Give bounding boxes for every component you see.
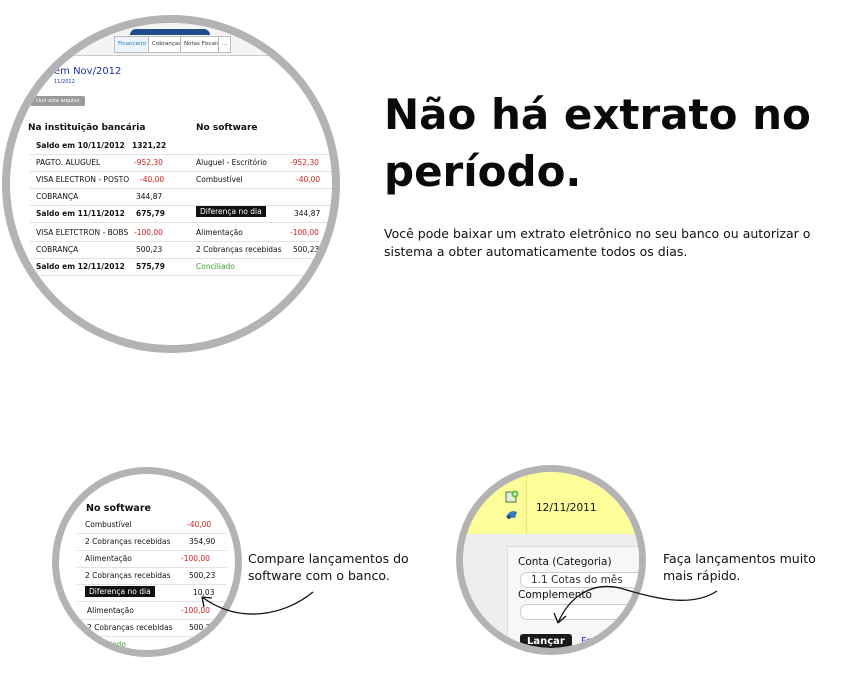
compare-caption-line-1: Compare lançamentos do <box>248 551 409 566</box>
difference-badge: Diferença no dia <box>196 206 266 217</box>
entry-label: 2 Cobranças recebidas <box>85 571 171 580</box>
bank-label: VISA ELETCTRON - BOBS <box>36 228 129 237</box>
headline-line-1: Não há extrato no <box>384 90 811 139</box>
table-row: COBRANÇA 344,87 <box>30 189 332 206</box>
bank-value: -952,30 <box>134 158 163 167</box>
table-row: Saldo em 11/11/2012 675,79 Diferença no … <box>30 206 332 223</box>
bank-column-header: Na instituição bancária <box>28 123 146 133</box>
difference-badge-label: Diferença no dia <box>196 206 266 217</box>
entry-label: Alimentação <box>87 606 134 615</box>
software-label: 2 Cobranças recebidas <box>196 245 282 254</box>
tabs-bar: Financeiro Cobranças Notas Fiscais ... <box>10 23 332 56</box>
difference-badge: Diferença no dia <box>85 586 155 597</box>
headline-description: Você pode baixar um extrato eletrônico n… <box>384 226 811 259</box>
software-value: -100,00 <box>290 228 319 237</box>
list-item: Alimentação -100,00 <box>77 551 227 568</box>
table-row: Saldo em 10/11/2012 1321,22 <box>30 138 332 155</box>
entry-label: 2 Cobranças recebidas <box>85 537 171 546</box>
bank-label: COBRANÇA <box>36 245 79 254</box>
bank-label: COBRANÇA <box>36 192 79 201</box>
compare-arrow-icon <box>201 591 314 615</box>
entry-value: -100,00 <box>181 554 210 563</box>
software-value: -40,00 <box>296 175 321 184</box>
fast-entry-caption: Faça lançamentos muito mais rápido. <box>663 550 816 584</box>
bank-value: 344,87 <box>136 192 163 201</box>
table-row: Saldo em 12/11/2012 575,79 Conciliado <box>30 259 332 276</box>
bank-value: 675,79 <box>136 209 165 218</box>
bank-label: Saldo em 11/11/2012 <box>36 209 125 218</box>
bank-value: -40,00 <box>140 175 165 184</box>
software-value: 500,23 <box>293 245 320 254</box>
entry-label: Combustível <box>85 520 132 529</box>
bank-value: 500,23 <box>136 245 163 254</box>
software-entries-preview: No software Combustível -40,00 2 Cobranç… <box>52 467 242 657</box>
bank-reconciliation-preview: Financeiro Cobranças Notas Fiscais ... e… <box>2 15 340 353</box>
headline-line-2: período. <box>384 147 582 196</box>
lancar-button[interactable]: Lançar <box>520 634 572 648</box>
difference-badge-label: Diferença no dia <box>85 586 155 597</box>
list-item: Combustível -40,00 <box>77 517 227 534</box>
table-row: COBRANÇA 500,23 2 Cobranças recebidas 50… <box>30 242 332 259</box>
list-item: 2 Cobranças recebidas 354,90 <box>77 534 227 551</box>
bank-label: PAGTO. ALUGUEL <box>36 158 101 167</box>
entry-label: Alimentação <box>85 554 132 563</box>
software-label: Combustível <box>196 175 243 184</box>
exclude-file-button[interactable]: cluir este arquivo <box>30 96 86 106</box>
fast-entry-caption-line-1: Faça lançamentos muito <box>663 551 816 566</box>
empty-statement-headline: Não há extrato no período. <box>384 86 854 200</box>
month-subtitle: 11/2012 <box>54 79 75 85</box>
table-row: VISA ELECTRON - POSTO -40,00 Combustível… <box>30 172 332 189</box>
conciliado-status: Conciliado <box>196 262 235 271</box>
bank-label: Saldo em 12/11/2012 <box>36 262 125 271</box>
fast-entry-arrow-icon <box>553 585 718 624</box>
month-title: em Nov/2012 <box>54 66 122 77</box>
software-value: 344,87 <box>294 209 321 218</box>
fechar-link[interactable]: Fech <box>581 636 603 647</box>
payment-icon[interactable] <box>505 508 519 520</box>
entry-value: -40,00 <box>187 520 212 529</box>
tab-more[interactable]: ... <box>218 36 232 53</box>
conta-label: Conta (Categoria) <box>518 556 612 568</box>
divider <box>526 472 527 534</box>
software-label: Alimentação <box>196 228 243 237</box>
bank-value: 575,79 <box>136 262 165 271</box>
software-column-header: No software <box>196 123 258 133</box>
entry-value: 500,23 <box>189 571 216 580</box>
entry-value: 354,90 <box>189 537 216 546</box>
table-row: VISA ELETCTRON - BOBS -100,00 Alimentaçã… <box>30 225 332 242</box>
header-accent <box>130 29 210 35</box>
entry-label: 2 Cobranças recebidas <box>87 623 173 632</box>
fast-entry-caption-line-2: mais rápido. <box>663 568 741 583</box>
add-entry-icon[interactable] <box>505 490 519 504</box>
list-item: 2 Cobranças recebidas 500,23 <box>77 568 227 585</box>
table-row: PAGTO. ALUGUEL -952,30 Aluguel - Escritó… <box>30 155 332 172</box>
software-value: -952,30 <box>290 158 319 167</box>
entry-date: 12/11/2011 <box>536 502 597 514</box>
compare-caption-line-2: software com o banco. <box>248 568 390 583</box>
bank-label: VISA ELECTRON - POSTO <box>36 175 130 184</box>
software-label: Aluguel - Escritório <box>196 158 267 167</box>
conciliado-status: Conciliado <box>87 640 126 649</box>
bank-value: -100,00 <box>134 228 163 237</box>
bank-value: 1321,22 <box>132 141 167 150</box>
bank-label: Saldo em 10/11/2012 <box>36 141 125 150</box>
compare-caption: Compare lançamentos do software com o ba… <box>248 550 409 584</box>
software-header: No software <box>86 503 151 514</box>
date-row: 12/11/2011 <box>463 472 639 534</box>
tab-financeiro[interactable]: Financeiro <box>114 36 151 53</box>
